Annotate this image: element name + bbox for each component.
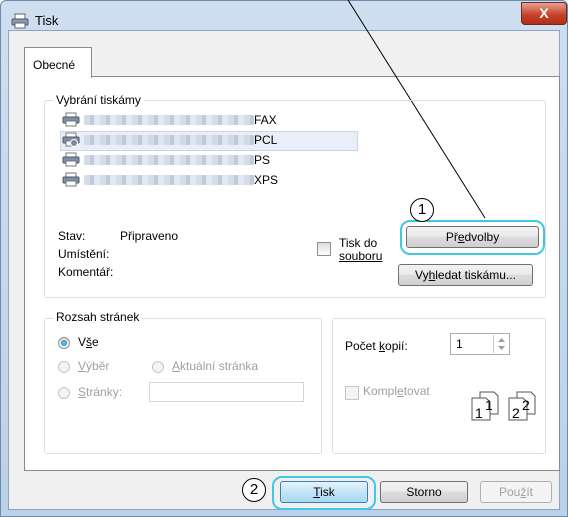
print-to-file-label-line2: souboru xyxy=(339,249,383,263)
collate-label-part: tovat xyxy=(403,384,430,398)
printer-name-redacted xyxy=(84,135,254,145)
printer-name-redacted xyxy=(84,115,254,125)
printer-item-ps[interactable]: PS xyxy=(62,152,352,168)
print-to-file-checkbox[interactable] xyxy=(317,242,331,256)
printer-selection-title: Vybrání tiskámy xyxy=(53,93,144,107)
printer-name-redacted xyxy=(84,155,254,165)
ps-printer-icon xyxy=(62,152,80,167)
preferences-label-part: dvolby xyxy=(464,230,500,244)
fax-printer-icon xyxy=(62,112,80,127)
printer-item-xps[interactable]: XPS xyxy=(62,172,352,188)
find-printer-label-part: Vy xyxy=(415,268,429,282)
apply-button[interactable]: Použít xyxy=(480,481,552,503)
status-value: Připraveno xyxy=(120,229,179,243)
copies-label-part: opií: xyxy=(385,339,408,353)
page-range-title: Rozsah stránek xyxy=(53,310,143,324)
pages-input[interactable] xyxy=(149,382,304,402)
range-pages-label: Stránky: xyxy=(78,385,122,399)
printer-suffix: FAX xyxy=(254,113,277,127)
range-selection-accel: V xyxy=(78,359,87,373)
close-button[interactable]: X xyxy=(521,2,567,25)
range-selection-label: Výběr xyxy=(78,359,109,373)
collate-page-number: 2 xyxy=(522,397,530,413)
range-all-part: V xyxy=(78,335,87,349)
preferences-label-accel: e xyxy=(457,230,465,244)
preferences-button[interactable]: Předvolby xyxy=(406,226,539,248)
collate-label-part: Kompl xyxy=(363,384,398,398)
callout-1: 1 xyxy=(410,198,434,222)
spinner-arrows-icon xyxy=(498,338,505,350)
range-current-page-part: ktuální stránka xyxy=(180,359,259,373)
tab-general[interactable]: Obecné xyxy=(24,47,92,78)
apply-label-part: ít xyxy=(526,485,534,499)
find-printer-button[interactable]: Vyhledat tiskámu... xyxy=(398,264,533,286)
range-pages-radio[interactable] xyxy=(58,387,70,399)
location-label: Umístění: xyxy=(58,247,110,261)
copies-label: Počet kopií: xyxy=(345,339,408,353)
copies-input[interactable]: 1 xyxy=(450,333,510,355)
preferences-label-part: Př xyxy=(445,230,458,244)
printer-item-fax[interactable]: FAX xyxy=(62,112,352,128)
range-current-page-accel: A xyxy=(172,359,181,373)
copies-value: 1 xyxy=(456,337,463,351)
collate-page-number: 1 xyxy=(475,405,483,421)
range-pages-accel: S xyxy=(78,385,87,399)
printer-item-pcl[interactable]: PCL xyxy=(62,132,352,148)
collate-checkbox[interactable] xyxy=(345,386,359,400)
range-pages-part: tránky: xyxy=(86,385,123,399)
xps-printer-icon xyxy=(62,172,80,187)
print-to-file-label-line1: Tisk do xyxy=(339,236,378,250)
range-selection-part: ýběr xyxy=(86,359,110,373)
pcl-printer-icon xyxy=(62,132,80,147)
range-all-radio[interactable] xyxy=(58,337,70,349)
print-button[interactable]: Tisk xyxy=(280,481,368,503)
range-current-page-label: Aktuální stránka xyxy=(172,359,258,373)
collate-page-number: 2 xyxy=(512,405,520,421)
range-selection-radio[interactable] xyxy=(58,361,70,373)
printer-suffix: XPS xyxy=(254,173,279,187)
range-all-part: e xyxy=(92,335,99,349)
copies-label-part: Počet xyxy=(345,339,380,353)
tab-general-label: Obecné xyxy=(33,58,76,72)
copies-spinner[interactable] xyxy=(493,335,509,353)
find-printer-label-part: ledat tiskámu... xyxy=(435,268,516,282)
printer-name-redacted xyxy=(84,175,254,185)
collate-page-number: 1 xyxy=(485,397,493,413)
range-all-label: Vše xyxy=(78,335,99,349)
apply-label-part: Pou xyxy=(498,485,521,499)
cancel-button[interactable]: Storno xyxy=(380,481,468,503)
printer-icon xyxy=(11,13,29,29)
range-current-page-radio[interactable] xyxy=(152,361,164,373)
print-label-part: isk xyxy=(320,485,335,499)
callout-2: 2 xyxy=(242,478,266,502)
collate-label: Kompletovat xyxy=(363,384,430,398)
window-title: Tisk xyxy=(35,13,59,28)
collate-label-accel: e xyxy=(397,384,404,398)
comment-label: Komentář: xyxy=(58,265,114,279)
printer-suffix: PCL xyxy=(254,133,278,147)
status-label: Stav: xyxy=(58,229,86,243)
printer-suffix: PS xyxy=(254,153,271,167)
